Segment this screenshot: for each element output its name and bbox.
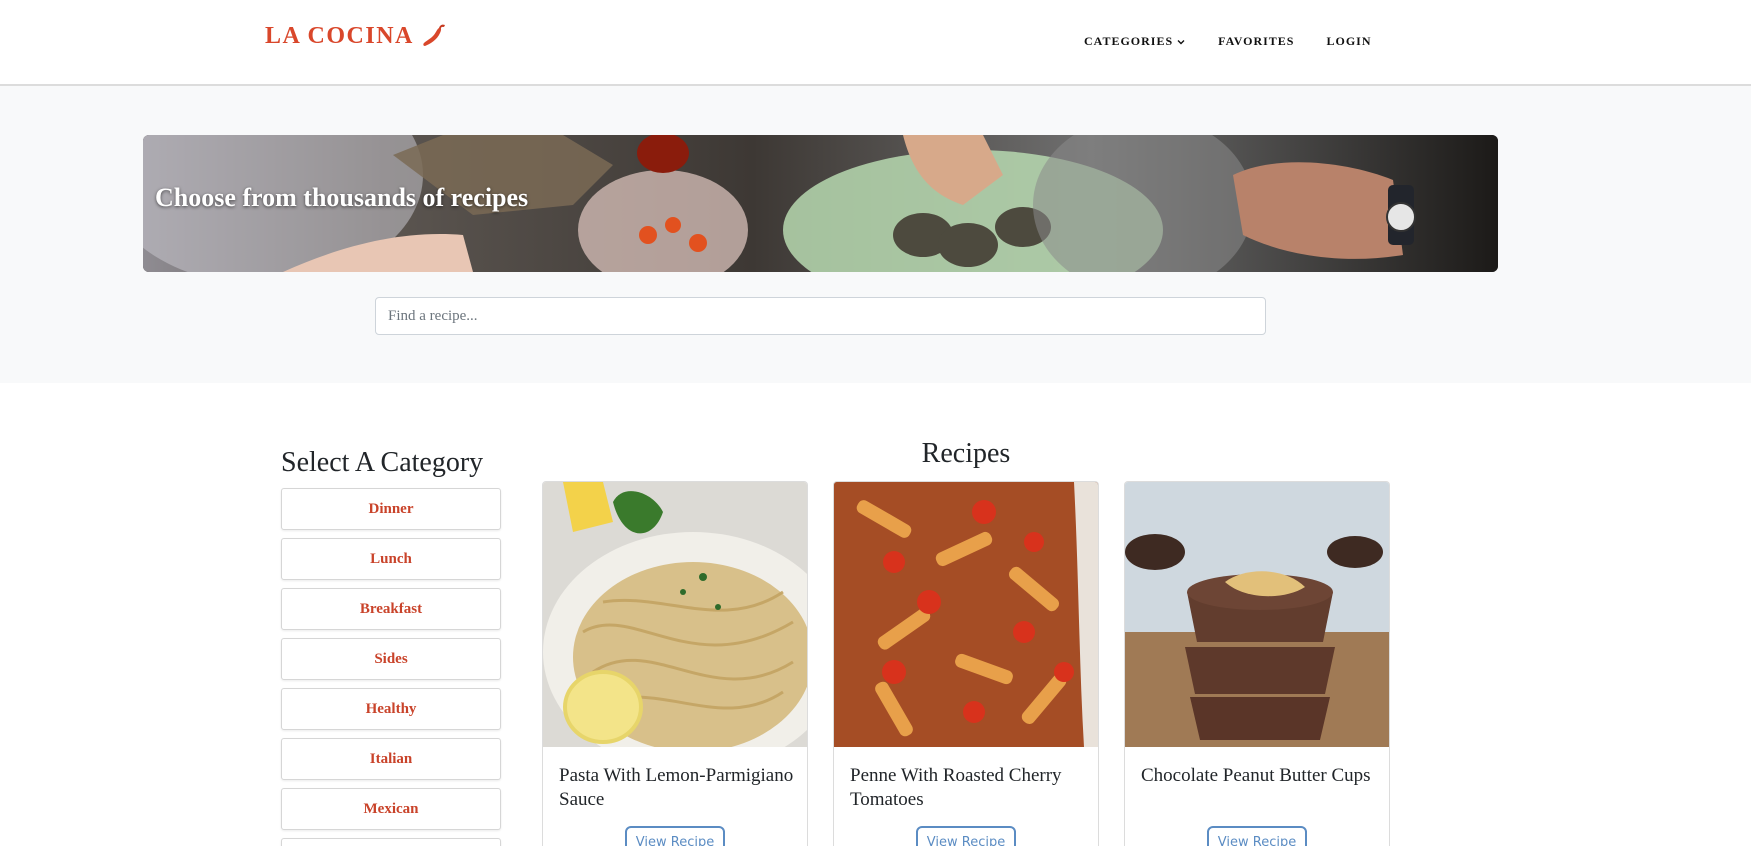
- recipe-card[interactable]: Penne With Roasted Cherry Tomatoes View …: [833, 481, 1099, 846]
- top-navbar: LA COCINA CATEGORIES FAVORITES LOGIN: [0, 0, 1751, 86]
- category-lunch[interactable]: Lunch: [281, 538, 501, 580]
- nav-categories-label: CATEGORIES: [1084, 34, 1174, 48]
- category-title: Select A Category: [281, 447, 484, 478]
- category-list: Dinner Lunch Breakfast Sides Healthy Ita…: [281, 488, 501, 846]
- recipe-name: Pasta With Lemon-Parmigiano Sauce: [559, 765, 794, 810]
- hero-title: Choose from thousands of recipes: [155, 183, 529, 212]
- category-mexican[interactable]: Mexican: [281, 788, 501, 830]
- recipe-image: [543, 482, 807, 747]
- brand-logo[interactable]: LA COCINA: [265, 22, 448, 50]
- category-healthy[interactable]: Healthy: [281, 688, 501, 730]
- chevron-down-icon: [1177, 39, 1185, 44]
- category-dinner[interactable]: Dinner: [281, 488, 501, 530]
- category-more[interactable]: [281, 838, 501, 846]
- nav-favorites-label: FAVORITES: [1218, 34, 1295, 48]
- main-nav: CATEGORIES FAVORITES LOGIN: [1084, 34, 1404, 49]
- recipes-title: Recipes: [921, 438, 1011, 469]
- nav-favorites[interactable]: FAVORITES: [1218, 34, 1294, 49]
- recipe-image: [834, 482, 1098, 747]
- chili-pepper-icon: [423, 24, 445, 46]
- recipe-image: [1125, 482, 1389, 747]
- brand-name: LA COCINA: [265, 22, 414, 49]
- recipe-card[interactable]: Chocolate Peanut Butter Cups View Recipe: [1124, 481, 1390, 846]
- recipe-name: Penne With Roasted Cherry Tomatoes: [850, 765, 1062, 810]
- nav-categories[interactable]: CATEGORIES: [1084, 34, 1186, 49]
- hero-section: Choose from thousands of recipes: [0, 86, 1751, 383]
- recipe-card[interactable]: Pasta With Lemon-Parmigiano Sauce View R…: [542, 481, 808, 846]
- category-italian[interactable]: Italian: [281, 738, 501, 780]
- view-recipe-button[interactable]: View Recipe: [1207, 826, 1307, 846]
- category-sides[interactable]: Sides: [281, 638, 501, 680]
- hero-banner: Choose from thousands of recipes: [143, 135, 1498, 272]
- nav-login-label: LOGIN: [1326, 34, 1372, 48]
- recipe-search-input[interactable]: [375, 297, 1266, 335]
- view-recipe-button[interactable]: View Recipe: [916, 826, 1016, 846]
- nav-login[interactable]: LOGIN: [1326, 34, 1371, 49]
- category-breakfast[interactable]: Breakfast: [281, 588, 501, 630]
- recipe-name: Chocolate Peanut Butter Cups: [1141, 765, 1371, 786]
- view-recipe-button[interactable]: View Recipe: [625, 826, 725, 846]
